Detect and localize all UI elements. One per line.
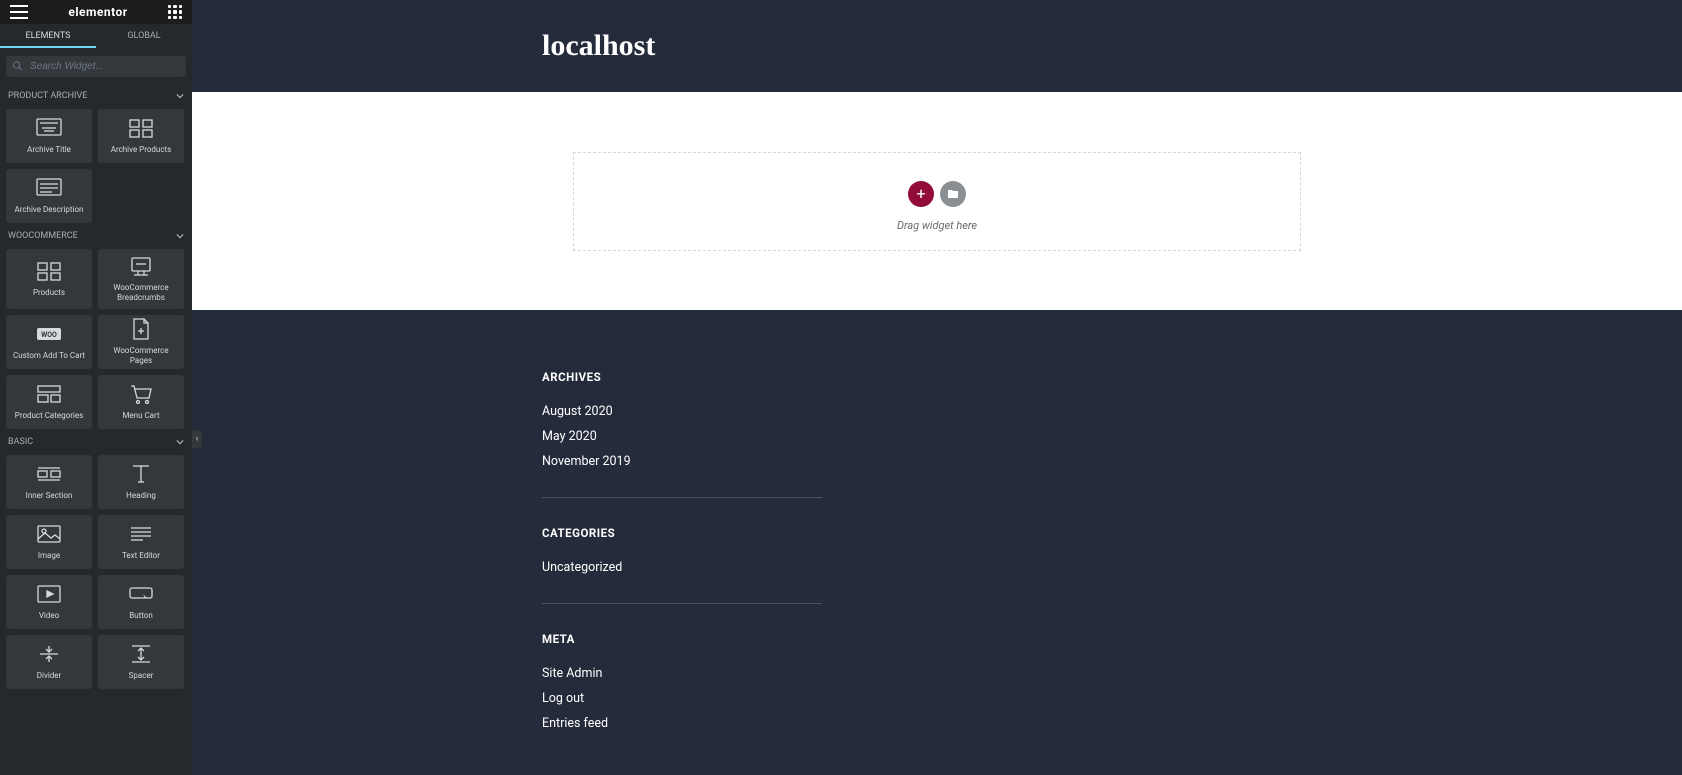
widget-divider[interactable]: Divider: [6, 635, 92, 689]
image-icon: [37, 523, 61, 545]
inner-section-icon: [36, 463, 62, 485]
footer-meta-link[interactable]: Log out: [542, 691, 822, 706]
text-editor-icon: [129, 523, 153, 545]
category-basic[interactable]: BASIC: [6, 429, 186, 455]
site-footer: ARCHIVES August 2020 May 2020 November 2…: [192, 310, 1682, 775]
products-icon: [36, 260, 62, 282]
hamburger-menu-icon[interactable]: [10, 5, 28, 19]
widget-label: Inner Section: [22, 491, 77, 501]
category-title: BASIC: [8, 437, 33, 447]
hero: localhost: [192, 0, 1682, 92]
widget-label: WooCommerce Breadcrumbs: [98, 283, 184, 302]
widget-label: Custom Add To Cart: [9, 351, 89, 361]
widget-menu-cart[interactable]: Menu Cart: [98, 375, 184, 429]
sidebar-header: elementor: [0, 0, 192, 24]
widget-label: Video: [35, 611, 63, 621]
widget-label: Text Editor: [118, 551, 164, 561]
footer-meta-list: Site Admin Log out Entries feed: [542, 666, 822, 731]
button-icon: [128, 583, 154, 605]
chevron-down-icon: [176, 232, 184, 240]
widget-spacer[interactable]: Spacer: [98, 635, 184, 689]
category-title: WOOCOMMERCE: [8, 231, 78, 241]
category-woocommerce[interactable]: WOOCOMMERCE: [6, 223, 186, 249]
divider-icon: [38, 643, 60, 665]
tab-elements[interactable]: ELEMENTS: [0, 24, 96, 48]
dropzone-text: Drag widget here: [897, 219, 977, 232]
archive-title-icon: [36, 117, 62, 139]
footer-archive-link[interactable]: August 2020: [542, 404, 822, 419]
folder-icon: [947, 189, 959, 199]
widget-archive-description[interactable]: Archive Description: [6, 169, 92, 223]
widget-video[interactable]: Video: [6, 575, 92, 629]
widget-products[interactable]: Products: [6, 249, 92, 309]
footer-archive-link[interactable]: May 2020: [542, 429, 822, 444]
widget-label: Spacer: [125, 671, 158, 681]
footer-archives-title: ARCHIVES: [542, 370, 822, 384]
preview-area: localhost + Drag widget here ARCHIVES Au…: [192, 0, 1682, 775]
sidebar-collapse-handle[interactable]: ‹: [192, 430, 202, 448]
footer-meta-link[interactable]: Entries feed: [542, 716, 822, 731]
footer-archive-link[interactable]: November 2019: [542, 454, 822, 469]
archive-description-icon: [36, 177, 62, 199]
widget-label: Archive Description: [11, 205, 88, 215]
widget-label: Image: [34, 551, 64, 561]
widget-label: Products: [29, 288, 69, 298]
footer-categories-title: CATEGORIES: [542, 526, 822, 540]
breadcrumbs-icon: [128, 255, 154, 277]
add-section-button[interactable]: +: [908, 181, 934, 207]
widget-label: Divider: [33, 671, 65, 681]
footer-category-link[interactable]: Uncategorized: [542, 560, 822, 575]
heading-icon: [131, 463, 151, 485]
widget-heading[interactable]: Heading: [98, 455, 184, 509]
editor-canvas: + Drag widget here: [192, 92, 1682, 310]
search-icon: [12, 60, 23, 71]
panel-tabs: ELEMENTS GLOBAL: [0, 24, 192, 48]
widget-label: WooCommerce Pages: [98, 346, 184, 365]
widget-label: Product Categories: [11, 411, 87, 421]
widget-label: Menu Cart: [118, 411, 163, 421]
widget-text-editor[interactable]: Text Editor: [98, 515, 184, 569]
elementor-logo: elementor: [68, 5, 127, 19]
widgets-panel: PRODUCT ARCHIVE Archive Title Archive Pr…: [0, 83, 192, 775]
search-input[interactable]: [6, 56, 186, 77]
template-library-button[interactable]: [940, 181, 966, 207]
elementor-sidebar: elementor ELEMENTS GLOBAL PRODUCT ARCHIV…: [0, 0, 192, 775]
video-icon: [37, 583, 61, 605]
widget-label: Heading: [122, 491, 160, 501]
svg-text:WOO: WOO: [41, 331, 57, 339]
add-to-cart-icon: WOO: [35, 323, 63, 345]
chevron-down-icon: [176, 438, 184, 446]
widget-label: Archive Title: [23, 145, 75, 155]
widget-archive-products[interactable]: Archive Products: [98, 109, 184, 163]
tab-global[interactable]: GLOBAL: [96, 24, 192, 48]
category-title: PRODUCT ARCHIVE: [8, 91, 87, 101]
category-product-archive[interactable]: PRODUCT ARCHIVE: [6, 83, 186, 109]
widgets-grid-icon[interactable]: [168, 5, 182, 19]
woo-pages-icon: [131, 318, 151, 340]
footer-divider: [542, 603, 822, 604]
widget-woocommerce-breadcrumbs[interactable]: WooCommerce Breadcrumbs: [98, 249, 184, 309]
menu-cart-icon: [130, 383, 152, 405]
widget-inner-section[interactable]: Inner Section: [6, 455, 92, 509]
chevron-down-icon: [176, 92, 184, 100]
footer-divider: [542, 497, 822, 498]
widget-label: Archive Products: [107, 145, 176, 155]
footer-meta-title: META: [542, 632, 822, 646]
product-categories-icon: [36, 383, 62, 405]
drop-zone[interactable]: + Drag widget here: [573, 152, 1301, 251]
footer-categories-list: Uncategorized: [542, 560, 822, 575]
site-title: localhost: [542, 29, 655, 63]
footer-meta-link[interactable]: Site Admin: [542, 666, 822, 681]
widget-product-categories[interactable]: Product Categories: [6, 375, 92, 429]
widget-label: Button: [125, 611, 157, 621]
widget-button[interactable]: Button: [98, 575, 184, 629]
widget-archive-title[interactable]: Archive Title: [6, 109, 92, 163]
widget-image[interactable]: Image: [6, 515, 92, 569]
footer-archives-list: August 2020 May 2020 November 2019: [542, 404, 822, 469]
search-wrap: [0, 48, 192, 83]
widget-custom-add-to-cart[interactable]: WOO Custom Add To Cart: [6, 315, 92, 369]
widget-woocommerce-pages[interactable]: WooCommerce Pages: [98, 315, 184, 369]
spacer-icon: [130, 643, 152, 665]
archive-products-icon: [128, 117, 154, 139]
